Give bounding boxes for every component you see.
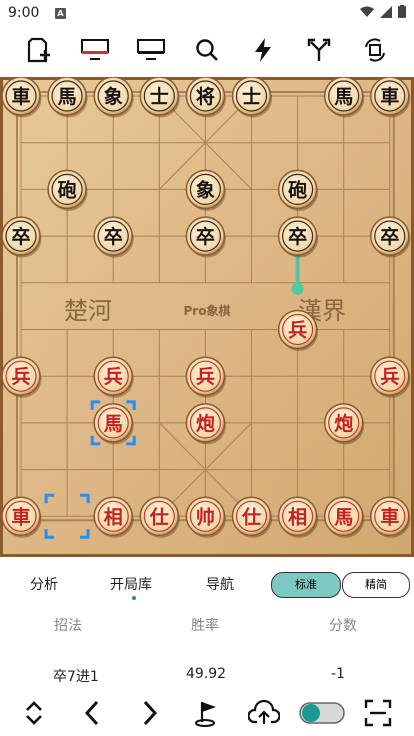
signal-icon — [380, 5, 392, 18]
piece-label: 車 — [380, 505, 399, 528]
active-tab-indicator — [132, 596, 136, 600]
board-canvas[interactable]: 楚河 Pro象棋 漢界 車馬象士将士馬車砲象砲卒卒卒卒卒兵兵兵兵兵馬炮炮車相仕帅… — [0, 76, 414, 557]
battery-icon — [398, 5, 406, 18]
next-icon[interactable] — [128, 690, 172, 736]
chess-board[interactable]: 楚河 Pro象棋 漢界 車馬象士将士馬車砲象砲卒卒卒卒卒兵兵兵兵兵馬炮炮車相仕帅… — [0, 76, 414, 557]
standard-mode-button[interactable]: 标准 — [271, 572, 341, 598]
piece-label: 象 — [196, 178, 215, 201]
piece-label: 士 — [242, 86, 261, 108]
piece-label: 相 — [288, 506, 307, 528]
search-icon[interactable] — [187, 30, 227, 70]
lightning-icon[interactable] — [243, 30, 283, 70]
piece-label: 仕 — [241, 505, 261, 528]
piece-label: 士 — [150, 86, 169, 108]
row-move[interactable]: 卒7进1 — [53, 666, 99, 686]
prev-icon[interactable] — [70, 690, 114, 736]
piece-label: 炮 — [196, 412, 215, 435]
piece-label: 兵 — [288, 320, 307, 342]
piece-label: 車 — [380, 85, 399, 108]
piece-label: 馬 — [58, 86, 77, 108]
header-score: 分数 — [329, 618, 357, 634]
piece-label: 相 — [104, 506, 123, 528]
tab-opening-book[interactable]: 开局库 — [110, 574, 152, 594]
simple-mode-button[interactable]: 精简 — [342, 572, 410, 598]
red-side-icon[interactable] — [75, 30, 115, 70]
piece-label: 卒 — [196, 225, 215, 248]
scan-icon[interactable] — [356, 690, 400, 736]
notification-icon: A — [55, 8, 66, 19]
row-score[interactable]: -1 — [331, 666, 345, 682]
piece-label: 砲 — [58, 179, 77, 201]
wifi-icon — [360, 6, 374, 17]
new-game-icon[interactable] — [19, 30, 59, 70]
piece-label: 砲 — [288, 179, 307, 201]
upload-icon[interactable] — [242, 690, 286, 736]
header-move: 招法 — [54, 618, 82, 634]
piece-label: 仕 — [149, 505, 169, 528]
bottom-toolbar — [0, 690, 414, 736]
piece-label: 車 — [11, 505, 30, 528]
piece-label: 兵 — [380, 366, 399, 388]
piece-label: 兵 — [196, 366, 215, 388]
piece-label: 卒 — [11, 225, 30, 248]
piece-label: 炮 — [334, 412, 353, 435]
status-time: 9:00 — [8, 5, 40, 21]
tab-navigation[interactable]: 导航 — [206, 574, 234, 594]
flag-icon[interactable] — [186, 690, 230, 736]
header-winrate: 胜率 — [191, 618, 219, 634]
branch-icon[interactable] — [299, 30, 339, 70]
status-bar: 9:00 A — [0, 0, 414, 28]
piece-label: 象 — [104, 85, 123, 108]
tab-analysis[interactable]: 分析 — [30, 574, 58, 594]
piece-label: 将 — [196, 85, 215, 108]
black-side-icon[interactable] — [131, 30, 171, 70]
piece-label: 卒 — [104, 225, 123, 248]
toggle-switch[interactable] — [298, 690, 346, 736]
piece-label: 卒 — [380, 225, 399, 248]
piece-label: 兵 — [11, 366, 30, 388]
piece-label: 車 — [11, 85, 30, 108]
rotate-icon[interactable] — [355, 30, 395, 70]
piece-label: 卒 — [288, 225, 307, 248]
river-left-label: 楚河 — [64, 297, 112, 325]
expand-icon[interactable] — [12, 690, 56, 736]
piece-label: 兵 — [104, 366, 123, 388]
top-toolbar — [0, 30, 414, 70]
river-center-label: Pro象棋 — [184, 303, 231, 318]
piece-label: 馬 — [104, 413, 123, 435]
piece-label: 帅 — [196, 506, 215, 528]
piece-label: 馬 — [334, 86, 353, 108]
status-icons — [360, 5, 406, 18]
row-winrate[interactable]: 49.92 — [186, 666, 226, 682]
piece-label: 馬 — [334, 506, 353, 528]
